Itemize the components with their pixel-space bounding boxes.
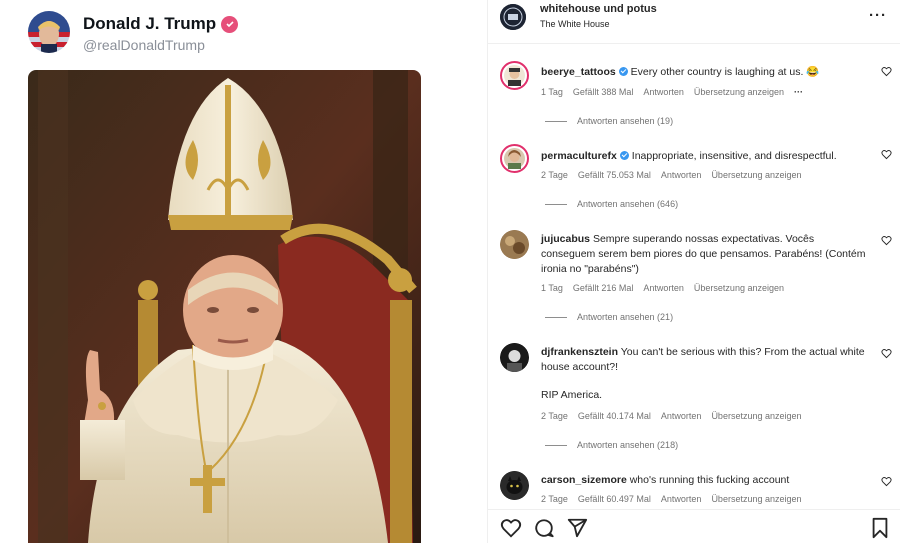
replies-divider: [545, 203, 567, 205]
comment-time: 1 Tag: [541, 283, 563, 293]
bookmark-icon[interactable]: [869, 517, 891, 539]
comment-likes[interactable]: Gefällt 388 Mal: [573, 87, 634, 97]
comment-username[interactable]: djfrankensztein: [541, 346, 618, 358]
comment-time: 2 Tage: [541, 170, 568, 180]
view-replies-label: Antworten ansehen (646): [577, 199, 679, 209]
comment-likes[interactable]: Gefällt 60.497 Mal: [578, 494, 651, 504]
view-replies-label: Antworten ansehen (21): [577, 312, 674, 322]
comment-body: Every other country is laughing at us. 😂: [630, 66, 820, 78]
view-replies-label: Antworten ansehen (218): [577, 440, 679, 450]
verified-badge-icon: [618, 67, 628, 76]
comment-text: djfrankensztein You can't be serious wit…: [541, 345, 871, 375]
reply-button[interactable]: Antworten: [661, 494, 702, 504]
comment-body: who's running this fucking account: [629, 474, 790, 486]
heart-icon[interactable]: [500, 517, 522, 539]
post-header: whitehouse und potus The White House ···: [488, 0, 900, 44]
like-comment-heart-icon[interactable]: [881, 235, 892, 246]
verified-badge-icon: [619, 151, 629, 160]
view-replies-button[interactable]: Antworten ansehen (19): [545, 116, 673, 126]
translate-button[interactable]: Übersetzung anzeigen: [694, 283, 784, 293]
comment-more-icon[interactable]: ···: [794, 87, 803, 97]
comment-username[interactable]: beerye_tattoos: [541, 66, 616, 78]
comment-meta: 2 Tage Gefällt 75.053 Mal Antworten Über…: [541, 170, 802, 180]
author-handle[interactable]: @realDonaldTrump: [83, 37, 205, 53]
comment-body: Sempre superando nossas expectativas. Vo…: [541, 233, 866, 275]
comments-panel: whitehouse und potus The White House ···…: [487, 0, 900, 543]
author-avatar[interactable]: [28, 11, 70, 53]
comment-text: jujucabus Sempre superando nossas expect…: [541, 232, 871, 277]
comment-avatar[interactable]: [500, 144, 529, 173]
view-replies-button[interactable]: Antworten ansehen (646): [545, 199, 678, 209]
comment-text: permaculturefx Inappropriate, insensitiv…: [541, 149, 871, 164]
replies-divider: [545, 444, 567, 446]
comment-likes[interactable]: Gefällt 40.174 Mal: [578, 411, 651, 421]
header-title[interactable]: whitehouse und potus: [540, 3, 657, 15]
comment-time: 2 Tage: [541, 494, 568, 504]
more-options-icon[interactable]: ···: [869, 7, 887, 24]
author-name-text: Donald J. Trump: [83, 14, 217, 33]
view-replies-button[interactable]: Antworten ansehen (218): [545, 440, 678, 450]
comment-avatar[interactable]: [500, 230, 529, 259]
comment-meta: 2 Tage Gefällt 60.497 Mal Antworten Über…: [541, 494, 802, 504]
reply-button[interactable]: Antworten: [661, 170, 702, 180]
reply-button[interactable]: Antworten: [661, 411, 702, 421]
comment-text: beerye_tattoos Every other country is la…: [541, 65, 871, 80]
comment-username[interactable]: permaculturefx: [541, 150, 617, 162]
replies-divider: [545, 316, 567, 318]
comment-meta: 2 Tage Gefällt 40.174 Mal Antworten Über…: [541, 411, 802, 421]
post-panel: Donald J. Trump @realDonaldTrump: [0, 0, 487, 543]
translate-button[interactable]: Übersetzung anzeigen: [711, 411, 801, 421]
translate-button[interactable]: Übersetzung anzeigen: [711, 494, 801, 504]
comment-avatar[interactable]: [500, 343, 529, 372]
comment-text: carson_sizemore who's running this fucki…: [541, 473, 871, 488]
share-icon[interactable]: [566, 517, 588, 539]
post-action-bar: [488, 509, 900, 543]
comment-time: 2 Tage: [541, 411, 568, 421]
comment-meta: 1 Tag Gefällt 388 Mal Antworten Übersetz…: [541, 87, 803, 97]
comment-avatar[interactable]: [500, 61, 529, 90]
comment-body-line2: RIP America.: [541, 389, 603, 401]
comment-body: Inappropriate, insensitive, and disrespe…: [631, 150, 837, 162]
author-name[interactable]: Donald J. Trump: [83, 14, 239, 34]
verified-badge-icon: [221, 15, 239, 33]
translate-button[interactable]: Übersetzung anzeigen: [711, 170, 801, 180]
reply-button[interactable]: Antworten: [643, 283, 684, 293]
header-avatar[interactable]: [500, 4, 526, 30]
comment-likes[interactable]: Gefällt 216 Mal: [573, 283, 634, 293]
like-comment-heart-icon[interactable]: [881, 66, 892, 77]
reply-button[interactable]: Antworten: [643, 87, 684, 97]
comment-username[interactable]: jujucabus: [541, 233, 590, 245]
post-image: [28, 70, 421, 543]
comment-likes[interactable]: Gefällt 75.053 Mal: [578, 170, 651, 180]
comment-username[interactable]: carson_sizemore: [541, 474, 627, 486]
like-comment-heart-icon[interactable]: [881, 149, 892, 160]
view-replies-button[interactable]: Antworten ansehen (21): [545, 312, 673, 322]
comment-meta: 1 Tag Gefällt 216 Mal Antworten Übersetz…: [541, 283, 784, 293]
view-replies-label: Antworten ansehen (19): [577, 116, 674, 126]
replies-divider: [545, 120, 567, 122]
like-comment-heart-icon[interactable]: [881, 348, 892, 359]
comment-icon[interactable]: [533, 517, 555, 539]
translate-button[interactable]: Übersetzung anzeigen: [694, 87, 784, 97]
comment-avatar[interactable]: [500, 471, 529, 500]
comment-time: 1 Tag: [541, 87, 563, 97]
like-comment-heart-icon[interactable]: [881, 476, 892, 487]
header-subtitle: The White House: [540, 19, 610, 29]
